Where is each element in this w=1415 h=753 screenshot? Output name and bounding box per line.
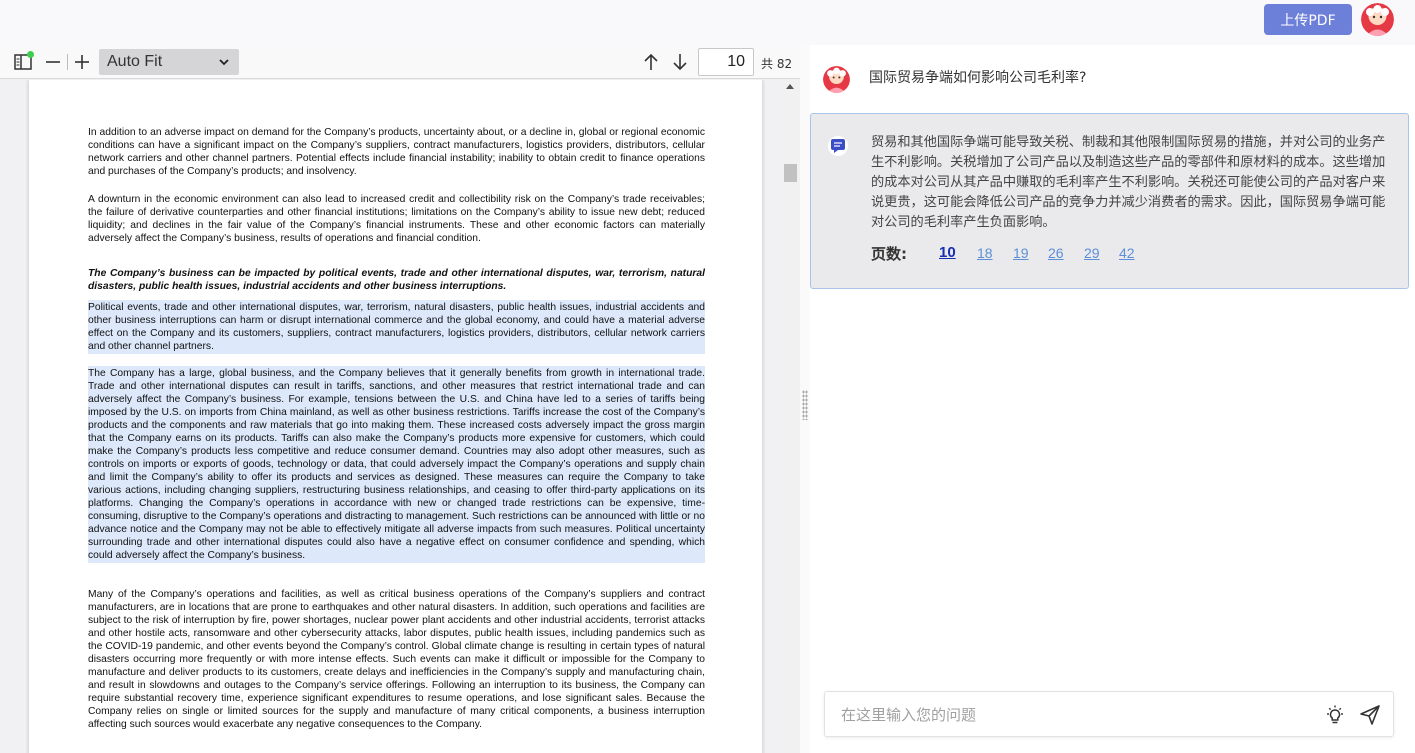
page-link-19[interactable]: 19 [1013,245,1029,261]
bot-avatar [828,136,848,156]
pdf-paragraph: Many of the Company’s operations and fac… [88,589,705,730]
page-link-29[interactable]: 29 [1084,245,1100,261]
panel-splitter[interactable] [800,45,810,753]
answer-card: 贸易和其他国际争端可能导致关税、制裁和其他限制国际贸易的措施，并对公司的业务产生… [810,113,1409,289]
chevron-down-icon [219,59,229,66]
send-button[interactable] [1359,704,1381,726]
zoom-out-icon [46,61,60,63]
pdf-paragraph: In addition to an adverse impact on dema… [88,127,705,177]
pdf-highlighted-paragraph: The Company has a large, global business… [88,366,705,563]
page-link-26[interactable]: 26 [1048,245,1064,261]
pdf-scroll-area[interactable]: In addition to an adverse impact on dema… [0,80,800,753]
notification-dot [27,51,34,58]
pdf-section-heading: The Company’s business can be impacted b… [88,268,705,292]
next-page-button[interactable] [669,51,691,73]
question-avatar [823,66,850,93]
avatar-icon [1361,3,1394,36]
zoom-in-icon [75,55,89,69]
zoom-select[interactable]: Auto Fit [99,49,239,75]
suggestion-button[interactable] [1325,705,1345,725]
pdf-viewer: Auto Fit 共 82 In addition to an adverse … [0,45,800,753]
scroll-up-arrow-icon[interactable] [786,84,794,89]
page-link-10[interactable]: 10 [939,244,956,261]
chat-panel: 国际贸易争端如何影响公司毛利率? 贸易和其他国际争端可能导致关税、制裁和其他限制… [810,45,1415,753]
arrow-up-icon [644,53,658,70]
avatar-icon [823,66,850,93]
page-number-input[interactable] [698,48,754,76]
question-input[interactable] [841,704,1301,726]
drag-handle-icon[interactable] [802,390,808,420]
upload-pdf-button[interactable]: 上传PDF [1264,4,1352,35]
user-question: 国际贸易争端如何影响公司毛利率? [869,70,1087,86]
sidebar-toggle-button[interactable] [12,51,34,73]
send-icon [1360,705,1380,725]
page-link-18[interactable]: 18 [977,245,993,261]
page-link-42[interactable]: 42 [1119,245,1135,261]
question-input-box [824,691,1394,737]
app-root: 上传PDF Auto Fit 10 共 82 In addition to an… [0,0,1415,753]
scrollbar-thumb[interactable] [784,164,797,182]
top-bar: 上传PDF [0,0,1415,45]
user-avatar[interactable] [1361,3,1394,36]
previous-page-button[interactable] [640,51,662,73]
arrow-down-icon [673,54,687,71]
pdf-highlighted-paragraph: Political events, trade and other intern… [88,300,705,354]
pdf-scrollbar[interactable] [781,80,800,753]
zoom-select-value: Auto Fit [107,53,163,70]
chat-bubble-icon [831,139,845,153]
pdf-paragraph: A downturn in the economic environment c… [88,194,705,244]
toolbar-separator [67,54,68,70]
page-total: 共 82 [761,57,793,71]
answer-text: 贸易和其他国际争端可能导致关税、制裁和其他限制国际贸易的措施，并对公司的业务产生… [871,135,1386,230]
pages-label: 页数: [871,245,907,263]
zoom-out-button[interactable] [43,51,63,73]
lightbulb-icon [1327,705,1343,724]
zoom-in-button[interactable] [72,51,92,73]
pdf-toolbar: Auto Fit 共 82 [0,45,800,79]
pdf-page: In addition to an adverse impact on dema… [28,80,763,753]
